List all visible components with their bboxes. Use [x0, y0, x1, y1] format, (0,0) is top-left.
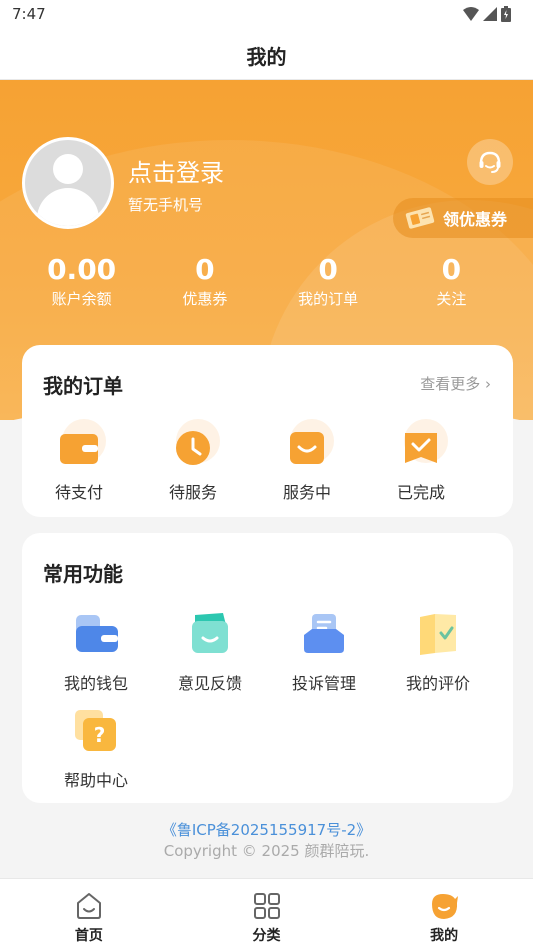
feedback-icon	[192, 613, 228, 653]
functions-title: 常用功能	[43, 562, 123, 586]
function-label: 我的评价	[405, 674, 470, 693]
stat-value: 0	[441, 253, 462, 286]
stat-label: 账户余额	[51, 290, 112, 308]
order-pending-payment[interactable]: 待支付	[22, 419, 136, 503]
common-functions-card: 常用功能 我的钱包 意见反馈 投诉管理 我的评价 ? 帮助中心	[22, 533, 513, 803]
bottom-tab-bar: 首页 分类 我的	[0, 878, 533, 948]
order-item-label: 待服务	[168, 483, 217, 502]
tab-profile[interactable]: 我的	[355, 879, 533, 948]
status-time: 7:47	[12, 5, 46, 23]
tab-label: 我的	[430, 928, 459, 944]
my-orders-card: 我的订单 查看更多 › 待支付 待服务 服务中 已完成	[22, 345, 513, 517]
status-bar: 7:47	[0, 0, 533, 30]
category-icon	[253, 893, 280, 919]
order-item-label: 待支付	[54, 483, 103, 502]
review-icon	[420, 614, 456, 655]
status-icons	[463, 6, 511, 22]
account-stats: 0.00 账户余额 0 优惠券 0 我的订单 0 关注	[20, 254, 513, 309]
svg-text:?: ?	[94, 723, 106, 747]
function-complaints[interactable]: 投诉管理	[267, 611, 381, 694]
check-icon	[405, 433, 437, 463]
in-service-icon	[290, 432, 324, 464]
stat-label: 优惠券	[182, 290, 228, 308]
stat-following[interactable]: 0 关注	[390, 254, 513, 309]
profile-icon	[432, 894, 459, 919]
complaint-icon	[304, 614, 344, 653]
page-title: 我的	[246, 45, 287, 69]
avatar-head	[53, 154, 83, 184]
stat-balance[interactable]: 0.00 账户余额	[20, 254, 143, 309]
stat-label: 我的订单	[298, 290, 359, 308]
wallet-icon	[76, 615, 118, 652]
headset-icon	[479, 151, 501, 173]
battery-icon	[501, 6, 511, 22]
function-my-wallet[interactable]: 我的钱包	[39, 611, 153, 694]
function-grid: 我的钱包 意见反馈 投诉管理 我的评价 ? 帮助中心	[39, 611, 499, 805]
tab-home[interactable]: 首页	[0, 879, 178, 948]
tab-category[interactable]: 分类	[178, 879, 356, 948]
customer-service-button[interactable]	[467, 139, 513, 185]
function-feedback[interactable]: 意见反馈	[153, 611, 267, 694]
function-label: 帮助中心	[63, 771, 128, 790]
view-more-link[interactable]: 查看更多 ›	[420, 373, 491, 394]
function-help-center[interactable]: ? 帮助中心	[39, 708, 153, 791]
order-completed[interactable]: 已完成	[364, 419, 478, 503]
login-link[interactable]: 点击登录	[128, 153, 224, 188]
home-icon	[76, 893, 101, 919]
phone-number-text: 暂无手机号	[128, 196, 204, 214]
function-label: 意见反馈	[177, 674, 242, 693]
icp-link[interactable]: 《鲁ICP备2025155917号-2》	[0, 819, 533, 840]
signal-icon	[483, 7, 497, 21]
stat-coupons[interactable]: 0 优惠券	[143, 254, 266, 309]
title-bar: 我的	[0, 30, 533, 80]
stat-value: 0	[318, 253, 338, 286]
function-my-reviews[interactable]: 我的评价	[381, 611, 495, 694]
order-item-label: 已完成	[396, 483, 445, 502]
function-label: 我的钱包	[63, 674, 128, 693]
order-status-list: 待支付 待服务 服务中 已完成	[22, 419, 513, 503]
stat-orders[interactable]: 0 我的订单	[267, 254, 390, 309]
stat-value: 0	[195, 253, 215, 286]
tab-label: 首页	[74, 928, 103, 944]
coupon-button-label: 领优惠券	[443, 210, 508, 229]
tab-label: 分类	[252, 928, 281, 944]
function-label: 投诉管理	[291, 674, 356, 693]
get-coupon-button[interactable]: 领优惠券	[393, 198, 533, 238]
avatar[interactable]	[22, 137, 114, 229]
order-pending-service[interactable]: 待服务	[136, 419, 250, 503]
wallet-icon	[60, 434, 98, 464]
stat-value: 0.00	[47, 253, 117, 286]
help-icon: ?	[75, 710, 116, 751]
copyright-text: Copyright © 2025 颜群陪玩.	[163, 842, 370, 860]
wifi-icon	[463, 7, 479, 21]
order-item-label: 服务中	[282, 483, 331, 502]
clock-icon	[176, 431, 210, 465]
avatar-body	[37, 188, 99, 226]
coupon-icon	[405, 207, 435, 229]
orders-title: 我的订单	[43, 374, 123, 398]
stat-label: 关注	[436, 290, 467, 308]
order-in-service[interactable]: 服务中	[250, 419, 364, 503]
